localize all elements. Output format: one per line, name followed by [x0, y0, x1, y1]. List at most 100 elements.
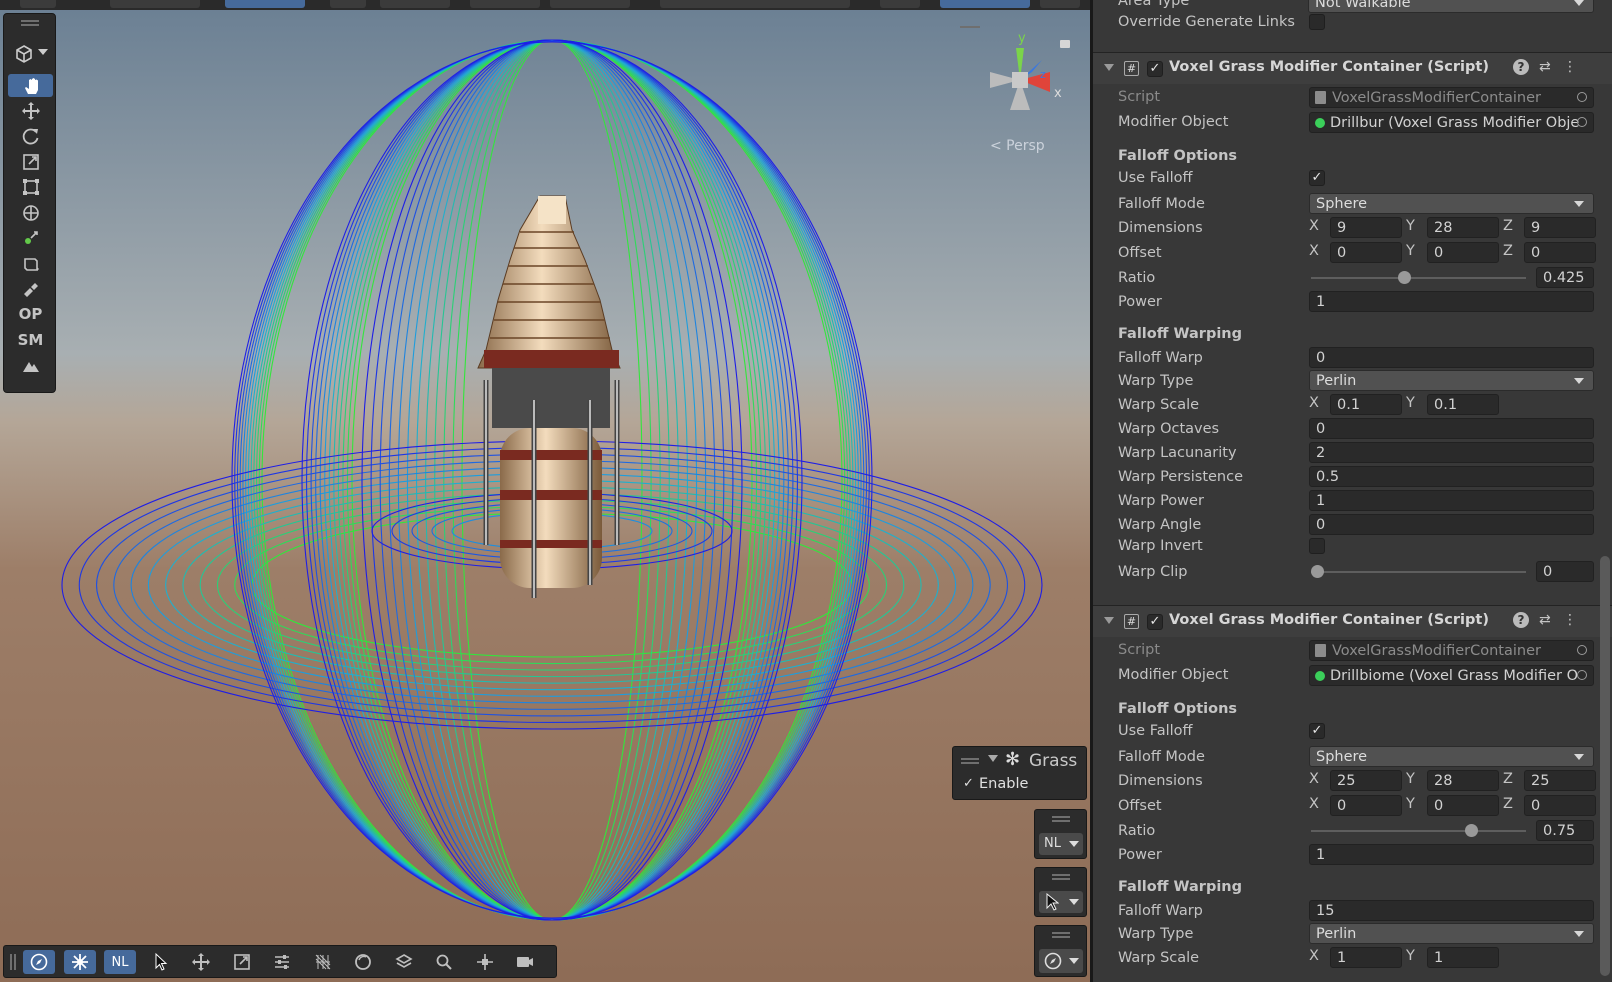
vector-y-field[interactable]: 1: [1427, 947, 1499, 968]
settings-button[interactable]: [266, 950, 298, 974]
object-picker-icon[interactable]: [1577, 670, 1587, 680]
slider-knob[interactable]: [1311, 565, 1324, 578]
vector-x-field[interactable]: 0: [1330, 795, 1402, 816]
gizmo-grip[interactable]: [960, 26, 980, 28]
compass-dropdown[interactable]: [1039, 949, 1083, 973]
custom-tool[interactable]: [8, 226, 53, 249]
preset-icon[interactable]: ⇄: [1539, 59, 1551, 75]
grass-button[interactable]: [63, 950, 96, 974]
falloff-mode-dropdown[interactable]: Sphere: [1309, 193, 1594, 214]
inspector-scrollbar[interactable]: [1600, 556, 1610, 976]
vector-x-field[interactable]: 0.1: [1330, 394, 1402, 415]
slider-track[interactable]: [1311, 565, 1526, 578]
component-header[interactable]: # ✓ Voxel Grass Modifier Container (Script…: [1093, 605, 1612, 637]
view-mode-dropdown[interactable]: [12, 44, 50, 66]
probuilder-tool[interactable]: [8, 252, 53, 275]
override-links-checkbox[interactable]: [1309, 14, 1325, 30]
camera-button[interactable]: [509, 950, 541, 974]
vector-z-field[interactable]: 0: [1524, 795, 1596, 816]
warp-power-field[interactable]: 1: [1309, 490, 1594, 511]
modifier-object-field[interactable]: Drillbur (Voxel Grass Modifier Obje: [1309, 112, 1594, 133]
enable-checkbox[interactable]: ✓: [963, 776, 974, 791]
move-tool[interactable]: [8, 99, 53, 122]
help-icon[interactable]: ?: [1513, 612, 1529, 628]
select-mode-dropdown[interactable]: [1039, 891, 1083, 913]
vector-y-field[interactable]: 0: [1427, 242, 1499, 263]
warp-octaves-field[interactable]: 0: [1309, 418, 1594, 439]
kebab-menu-icon[interactable]: ⋮: [1563, 59, 1577, 75]
preset-icon[interactable]: ⇄: [1539, 612, 1551, 628]
hand-tool[interactable]: [8, 74, 53, 97]
vector-y-field[interactable]: 0: [1427, 795, 1499, 816]
use-falloff-checkbox[interactable]: ✓: [1309, 723, 1325, 739]
move-button[interactable]: [185, 950, 217, 974]
search-button[interactable]: [428, 950, 460, 974]
vector-x-field[interactable]: 1: [1330, 947, 1402, 968]
vector-y-field[interactable]: 28: [1427, 770, 1499, 791]
area-type-dropdown[interactable]: Not Walkable: [1308, 0, 1594, 13]
toolbar-grip[interactable]: [10, 954, 12, 970]
warp-persistence-field[interactable]: 0.5: [1309, 466, 1594, 487]
slider-knob[interactable]: [1398, 271, 1412, 284]
falloff-warp-field[interactable]: 15: [1309, 900, 1594, 921]
nl-button[interactable]: NL: [104, 950, 136, 974]
vector-y-field[interactable]: 28: [1427, 217, 1499, 238]
nl-dropdown[interactable]: NL: [1039, 833, 1083, 855]
vector-y-field[interactable]: 0.1: [1427, 394, 1499, 415]
vector-z-field[interactable]: 25: [1524, 770, 1596, 791]
slider-knob[interactable]: [1464, 824, 1478, 837]
overlay-grip[interactable]: [961, 758, 979, 760]
component-header[interactable]: # ✓ Voxel Grass Modifier Container (Script…: [1093, 52, 1612, 84]
component-enabled-checkbox[interactable]: ✓: [1147, 614, 1163, 630]
object-picker-icon[interactable]: [1577, 645, 1587, 655]
power-field[interactable]: 1: [1309, 844, 1594, 865]
snap-button[interactable]: [469, 950, 501, 974]
warp-type-dropdown[interactable]: Perlin: [1309, 370, 1594, 391]
rotate-tool[interactable]: [8, 125, 53, 148]
rect-tool[interactable]: [8, 176, 53, 199]
scale-tool[interactable]: [8, 150, 53, 173]
help-icon[interactable]: ?: [1513, 59, 1529, 75]
vector-x-field[interactable]: 9: [1330, 217, 1402, 238]
overlay-grip[interactable]: [1052, 932, 1070, 934]
op-tool[interactable]: OP: [8, 303, 53, 326]
grid-button[interactable]: [307, 950, 339, 974]
sphere-button[interactable]: [347, 950, 379, 974]
warp-angle-field[interactable]: 0: [1309, 514, 1594, 535]
orientation-gizmo[interactable]: y x z < Persp: [970, 30, 1070, 160]
vector-x-field[interactable]: 25: [1330, 770, 1402, 791]
edit-tool[interactable]: [8, 277, 53, 300]
power-field[interactable]: 1: [1309, 291, 1594, 312]
vector-z-field[interactable]: 0: [1524, 242, 1596, 263]
warp-lacunarity-field[interactable]: 2: [1309, 442, 1594, 463]
falloff-mode-dropdown[interactable]: Sphere: [1309, 746, 1594, 767]
persp-label[interactable]: < Persp: [990, 138, 1045, 154]
drill-object[interactable]: [477, 195, 621, 598]
sm-tool[interactable]: SM: [8, 328, 53, 351]
select-button[interactable]: [145, 950, 177, 974]
scene-view[interactable]: OP SM y x z < Persp ✻ Grass ✓ Enable NL: [0, 0, 1090, 982]
compass-button[interactable]: [23, 950, 55, 974]
palette-grip[interactable]: [21, 20, 39, 22]
overlay-grip[interactable]: [1052, 816, 1070, 818]
slider-value-field[interactable]: 0.75: [1536, 820, 1594, 841]
terrain-tool[interactable]: [8, 353, 53, 376]
layers-button[interactable]: [388, 950, 420, 974]
slider-track[interactable]: [1311, 824, 1526, 837]
kebab-menu-icon[interactable]: ⋮: [1563, 612, 1577, 628]
slider-value-field[interactable]: 0: [1536, 561, 1594, 582]
falloff-warp-field[interactable]: 0: [1309, 347, 1594, 368]
object-picker-icon[interactable]: [1577, 117, 1587, 127]
warp-type-dropdown[interactable]: Perlin: [1309, 923, 1594, 944]
use-falloff-checkbox[interactable]: ✓: [1309, 170, 1325, 186]
foldout-arrow-icon[interactable]: [1104, 64, 1114, 71]
collapse-icon[interactable]: [988, 755, 998, 762]
vector-x-field[interactable]: 0: [1330, 242, 1402, 263]
modifier-object-field[interactable]: Drillbiome (Voxel Grass Modifier O: [1309, 665, 1594, 686]
component-enabled-checkbox[interactable]: ✓: [1147, 61, 1163, 77]
overlay-grip[interactable]: [1052, 874, 1070, 876]
lock-icon[interactable]: [1060, 40, 1070, 48]
vector-z-field[interactable]: 9: [1524, 217, 1596, 238]
slider-value-field[interactable]: 0.425: [1536, 267, 1594, 288]
warp-invert-checkbox[interactable]: [1309, 538, 1325, 554]
